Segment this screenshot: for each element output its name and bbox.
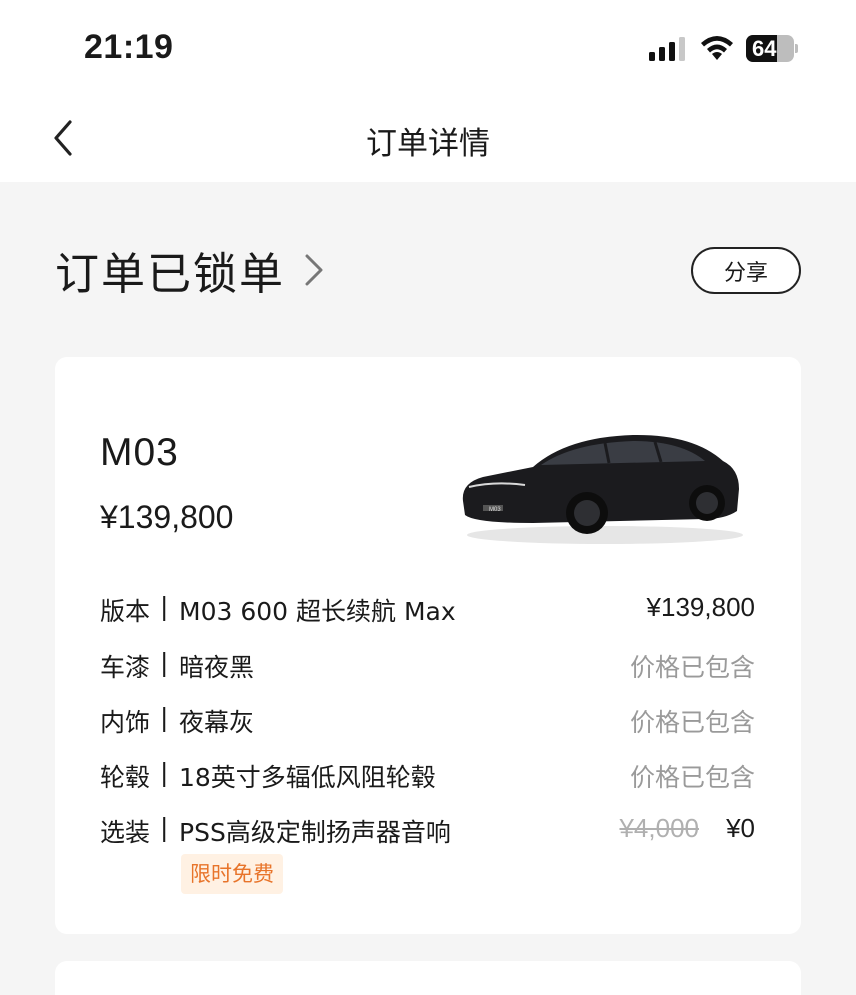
- spec-separator: |: [160, 813, 169, 842]
- battery-icon: 64: [746, 35, 798, 62]
- model-price: ¥139,800: [100, 499, 234, 535]
- spec-separator: |: [160, 648, 169, 677]
- spec-separator: |: [160, 703, 169, 732]
- order-status-text: 订单已锁单: [55, 249, 285, 300]
- original-price: ¥4,000: [619, 813, 699, 843]
- chevron-right-icon: [305, 254, 323, 286]
- spec-row-options: 选装 | PSS高级定制扬声器音响 ¥4,000 ¥0: [100, 813, 755, 849]
- cellular-signal-icon: [649, 37, 685, 61]
- spec-separator: |: [160, 758, 169, 787]
- model-name: M03: [100, 431, 179, 474]
- spec-label: 轮毂: [100, 763, 151, 792]
- vehicle-card: M03 ¥139,800 M03 版本 | M03 600 超长续航 Max ¥…: [55, 357, 801, 934]
- spec-value: 18英寸多辐低风阻轮毂: [179, 763, 436, 792]
- wifi-icon: [701, 36, 733, 60]
- spec-row-version: 版本 | M03 600 超长续航 Max ¥139,800: [100, 592, 755, 628]
- svg-text:M03: M03: [489, 507, 501, 513]
- spec-value: PSS高级定制扬声器音响: [179, 818, 451, 847]
- page-title: 订单详情: [366, 126, 490, 162]
- status-time: 21:19: [84, 28, 174, 66]
- order-status-link[interactable]: 订单已锁单: [55, 242, 329, 300]
- nav-bar: 订单详情: [0, 96, 856, 182]
- spec-separator: |: [160, 592, 169, 621]
- spec-row-interior: 内饰 | 夜幕灰 价格已包含: [100, 703, 755, 739]
- spec-label: 版本: [100, 597, 151, 626]
- spec-price: ¥139,800: [646, 592, 755, 622]
- next-card: [55, 961, 801, 995]
- spec-label: 车漆: [100, 653, 151, 682]
- share-button[interactable]: 分享: [691, 247, 801, 294]
- spec-label: 选装: [100, 818, 151, 847]
- spec-price-included: 价格已包含: [629, 763, 755, 792]
- spec-row-wheels: 轮毂 | 18英寸多辐低风阻轮毂 价格已包含: [100, 758, 755, 794]
- promo-badge: 限时免费: [181, 854, 283, 894]
- spec-label: 内饰: [100, 708, 151, 737]
- spec-value: M03 600 超长续航 Max: [179, 597, 456, 626]
- spec-value: 暗夜黑: [179, 653, 255, 682]
- battery-level: 64: [752, 36, 777, 61]
- spec-price-included: 价格已包含: [629, 708, 755, 737]
- status-bar: 21:19 64: [0, 0, 856, 96]
- car-image: M03: [462, 434, 743, 544]
- spec-row-paint: 车漆 | 暗夜黑 价格已包含: [100, 648, 755, 684]
- spec-price-included: 价格已包含: [629, 653, 755, 682]
- final-price: ¥0: [726, 813, 755, 843]
- spec-value: 夜幕灰: [179, 708, 255, 737]
